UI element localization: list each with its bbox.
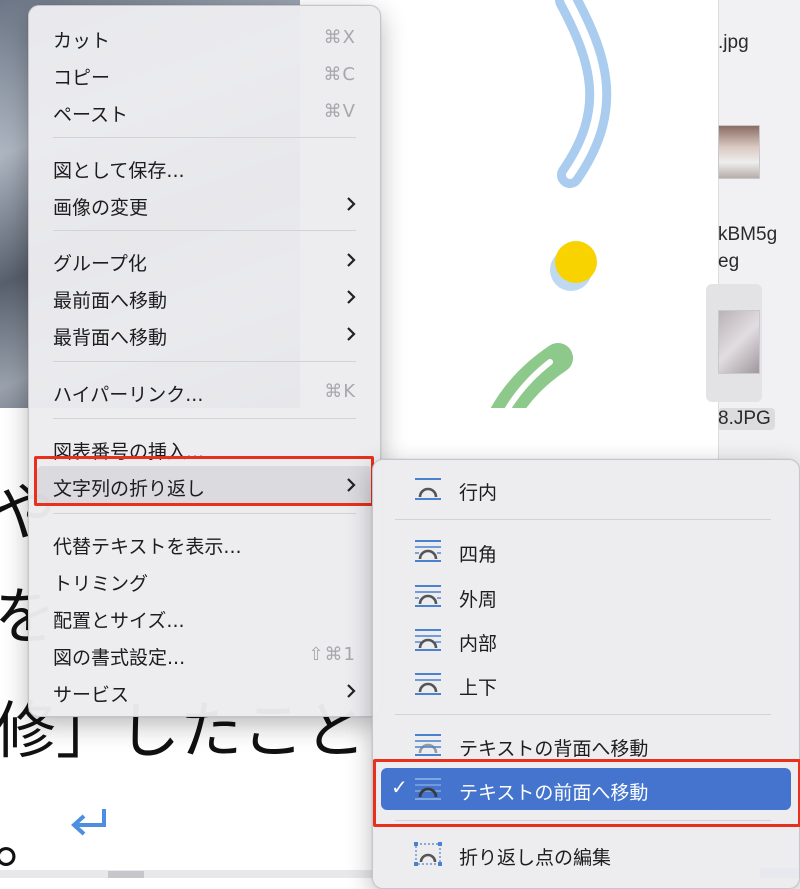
behind-text-icon xyxy=(415,734,441,756)
menu-item-format-picture[interactable]: 図の書式設定... ⇧⌘1 xyxy=(37,635,372,672)
menu-separator xyxy=(53,418,356,419)
menu-separator xyxy=(395,714,771,715)
menu-item-label: 代替テキストを表示... xyxy=(53,536,242,558)
menu-item-label: 最背面へ移動 xyxy=(53,327,168,349)
menu-separator xyxy=(53,137,356,138)
submenu-item-edit-wrap-points[interactable]: 折り返し点の編集 xyxy=(381,835,791,872)
menu-separator xyxy=(395,519,771,520)
submenu-item-through[interactable]: 内部 xyxy=(381,621,791,658)
menu-item-label: 上下 xyxy=(459,677,498,699)
menu-item-label: 折り返し点の編集 xyxy=(459,847,612,869)
file-name-4[interactable]: 8.JPG xyxy=(718,408,775,430)
menu-item-label: 四角 xyxy=(459,544,498,566)
menu-item-insert-caption[interactable]: 図表番号の挿入... xyxy=(37,429,372,466)
paragraph-return-icon xyxy=(71,809,106,836)
menu-item-label: トリミング xyxy=(53,573,149,595)
menu-item-label: グループ化 xyxy=(53,253,147,275)
menu-item-label: テキストの前面へ移動 xyxy=(459,782,649,804)
context-menu: カット ⌘X コピー ⌘C ペースト ⌘V 図として保存... 画像の変更 グル… xyxy=(28,5,381,717)
tight-wrap-icon xyxy=(415,585,441,607)
menu-item-label: ハイパーリンク... xyxy=(53,384,204,406)
chevron-right-icon xyxy=(347,327,356,341)
file-thumbnail-1[interactable] xyxy=(718,125,760,179)
menu-item-label: 図表番号の挿入... xyxy=(53,441,205,463)
menu-item-label: 図の書式設定... xyxy=(53,647,186,669)
menu-separator xyxy=(395,820,771,821)
edit-wrap-points-icon xyxy=(414,842,442,866)
submenu-item-top-bottom[interactable]: 上下 xyxy=(381,665,791,702)
chevron-right-icon xyxy=(347,478,356,492)
chevron-right-icon xyxy=(347,253,356,267)
menu-item-hyperlink[interactable]: ハイパーリンク... ⌘K xyxy=(37,372,372,409)
submenu-item-square[interactable]: 四角 xyxy=(381,532,791,569)
file-name-1[interactable]: .jpg xyxy=(718,32,749,54)
menu-item-label: テキストの背面へ移動 xyxy=(459,738,649,760)
menu-item-label: カット xyxy=(53,30,111,52)
shortcut-label: ⌘X xyxy=(323,27,356,48)
top-bottom-wrap-icon xyxy=(415,673,441,695)
menu-item-paste[interactable]: ペースト ⌘V xyxy=(37,92,372,129)
menu-item-label: 配置とサイズ... xyxy=(53,610,185,632)
submenu-item-inline[interactable]: 行内 xyxy=(381,470,791,507)
chevron-right-icon xyxy=(347,684,356,698)
submenu-item-behind-text[interactable]: テキストの背面へ移動 xyxy=(381,726,791,763)
menu-separator xyxy=(53,361,356,362)
menu-item-wrap-text[interactable]: 文字列の折り返し xyxy=(37,466,372,504)
submenu-item-in-front-of-text[interactable]: ✓ テキストの前面へ移動 xyxy=(381,768,791,810)
checkmark-icon: ✓ xyxy=(391,775,408,799)
menu-item-crop[interactable]: トリミング xyxy=(37,561,372,598)
shortcut-label: ⌘C xyxy=(323,64,356,85)
menu-separator xyxy=(53,230,356,231)
wrap-text-submenu: 行内 四角 外周 内部 上下 テキストの背面へ移動 ✓ テキストの前面へ移動 折… xyxy=(372,459,800,889)
file-name-3[interactable]: eg xyxy=(718,251,739,273)
menu-item-label: 外周 xyxy=(459,589,498,611)
in-front-of-text-icon xyxy=(415,778,441,800)
menu-item-cut[interactable]: カット ⌘X xyxy=(37,18,372,55)
menu-item-bring-to-front[interactable]: 最前面へ移動 xyxy=(37,278,372,315)
file-thumbnail-2[interactable] xyxy=(718,310,760,374)
menu-item-label: 内部 xyxy=(459,633,498,655)
menu-item-save-as-picture[interactable]: 図として保存... xyxy=(37,148,372,185)
menu-item-label: 行内 xyxy=(459,482,498,504)
shortcut-label: ⌘K xyxy=(324,381,356,402)
menu-item-label: ペースト xyxy=(53,104,129,126)
menu-separator xyxy=(53,513,356,514)
menu-item-send-to-back[interactable]: 最背面へ移動 xyxy=(37,315,372,352)
file-name-2[interactable]: kBM5g xyxy=(718,224,777,246)
menu-item-label: 文字列の折り返し xyxy=(53,478,206,500)
shortcut-label: ⌘V xyxy=(323,101,356,122)
square-wrap-icon xyxy=(415,540,441,562)
menu-item-label: サービス xyxy=(53,684,130,706)
chevron-right-icon xyxy=(347,290,356,304)
submenu-item-tight[interactable]: 外周 xyxy=(381,577,791,614)
chevron-right-icon xyxy=(347,197,356,211)
doc-line-4: 。 xyxy=(0,804,57,877)
menu-item-label: 図として保存... xyxy=(53,160,185,182)
menu-item-group[interactable]: グループ化 xyxy=(37,241,372,278)
shortcut-label: ⇧⌘1 xyxy=(308,644,356,665)
menu-item-change-picture[interactable]: 画像の変更 xyxy=(37,185,372,222)
menu-item-label: 最前面へ移動 xyxy=(53,290,168,312)
through-wrap-icon xyxy=(415,629,441,651)
menu-item-alt-text[interactable]: 代替テキストを表示... xyxy=(37,524,372,561)
menu-item-copy[interactable]: コピー ⌘C xyxy=(37,55,372,92)
scrollbar-thumb[interactable] xyxy=(108,871,144,878)
inline-wrap-icon xyxy=(415,478,441,500)
menu-item-services[interactable]: サービス xyxy=(37,672,372,709)
menu-item-position-size[interactable]: 配置とサイズ... xyxy=(37,598,372,635)
menu-item-label: コピー xyxy=(53,67,111,89)
menu-item-label: 画像の変更 xyxy=(53,197,149,219)
